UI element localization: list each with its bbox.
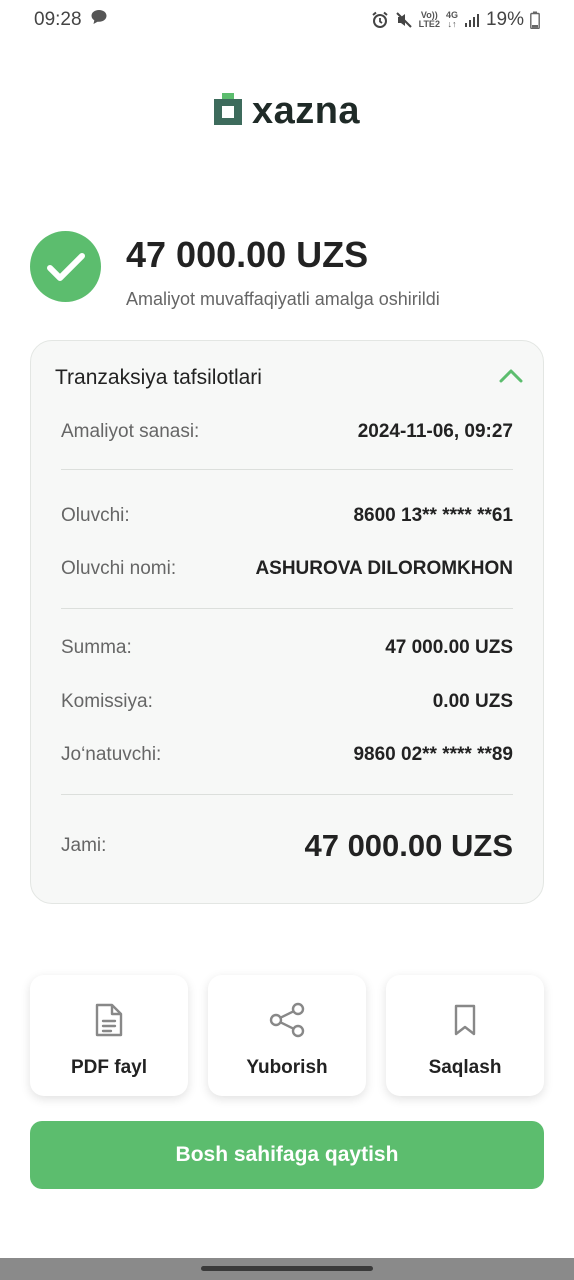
success-badge	[30, 231, 101, 302]
row-value: 8600 13** **** **61	[353, 505, 513, 526]
app-logo: xazna	[0, 92, 574, 130]
divider	[61, 469, 513, 470]
details-title: Tranzaksiya tafsilotlari	[55, 366, 262, 389]
row-label: Jo‘natuvchi:	[61, 744, 162, 765]
details-header[interactable]: Tranzaksiya tafsilotlari	[55, 363, 523, 393]
mute-icon	[395, 11, 413, 29]
row-value: ASHUROVA DILOROMKHON	[255, 558, 513, 579]
status-right: Vo)) LTE2 4G ↓↑ 19%	[371, 9, 540, 31]
row-operation-date: Amaliyot sanasi: 2024-11-06, 09:27	[61, 417, 513, 447]
message-notification-icon	[90, 9, 108, 31]
document-icon	[94, 1001, 124, 1039]
row-recipient-name: Oluvchi nomi: ASHUROVA DILOROMKHON	[61, 554, 513, 584]
divider	[61, 608, 513, 609]
chevron-up-icon[interactable]	[499, 368, 523, 389]
action-label: Saqlash	[428, 1057, 502, 1078]
row-recipient-card: Oluvchi: 8600 13** **** **61	[61, 501, 513, 531]
battery-icon	[530, 11, 540, 29]
check-icon	[46, 252, 85, 281]
battery-percent: 19%	[485, 9, 524, 30]
row-value: 2024-11-06, 09:27	[357, 421, 513, 442]
success-message: Amaliyot muvaffaqiyatli amalga oshirildi	[126, 289, 440, 309]
status-bar: 09:28 Vo)) LTE2 4G ↓↑ 19%	[0, 0, 574, 40]
row-value: 9860 02** **** **89	[353, 744, 513, 765]
row-label: Komissiya:	[61, 691, 153, 712]
wallet-icon	[213, 92, 242, 130]
action-label: Yuborish	[246, 1057, 328, 1078]
system-navigation-bar	[0, 1258, 574, 1280]
action-label: PDF fayl	[70, 1057, 148, 1078]
signal-icon	[464, 12, 480, 28]
bookmark-icon	[452, 1001, 478, 1039]
row-amount: Summa: 47 000.00 UZS	[61, 633, 513, 663]
volte-indicator: Vo)) LTE2	[418, 10, 440, 29]
share-icon	[268, 1001, 306, 1039]
row-label: Amaliyot sanasi:	[61, 421, 200, 442]
total-value: 47 000.00 UZS	[304, 828, 513, 863]
row-label: Jami:	[61, 835, 107, 856]
row-label: Summa:	[61, 637, 132, 658]
row-value: 0.00 UZS	[432, 691, 513, 712]
share-button[interactable]: Yuborish	[208, 975, 366, 1096]
transaction-amount: 47 000.00 UZS	[126, 234, 369, 275]
home-gesture-handle[interactable]	[201, 1266, 373, 1271]
row-commission: Komissiya: 0.00 UZS	[61, 687, 513, 717]
status-left: 09:28	[34, 9, 108, 31]
row-label: Oluvchi nomi:	[61, 558, 177, 579]
alarm-icon	[371, 11, 389, 29]
row-total: Jami: 47 000.00 UZS	[61, 826, 513, 866]
row-sender-card: Jo‘natuvchi: 9860 02** **** **89	[61, 740, 513, 770]
transaction-details-card: Tranzaksiya tafsilotlari Amaliyot sanasi…	[30, 340, 544, 904]
row-value: 47 000.00 UZS	[385, 637, 513, 658]
status-time: 09:28	[34, 9, 82, 30]
pdf-file-button[interactable]: PDF fayl	[30, 975, 188, 1096]
back-to-home-button[interactable]: Bosh sahifaga qaytish	[30, 1121, 544, 1189]
divider	[61, 794, 513, 795]
network-indicator: 4G ↓↑	[445, 10, 458, 29]
save-button[interactable]: Saqlash	[386, 975, 544, 1096]
row-label: Oluvchi:	[61, 505, 130, 526]
logo-text: xazna	[251, 90, 361, 132]
